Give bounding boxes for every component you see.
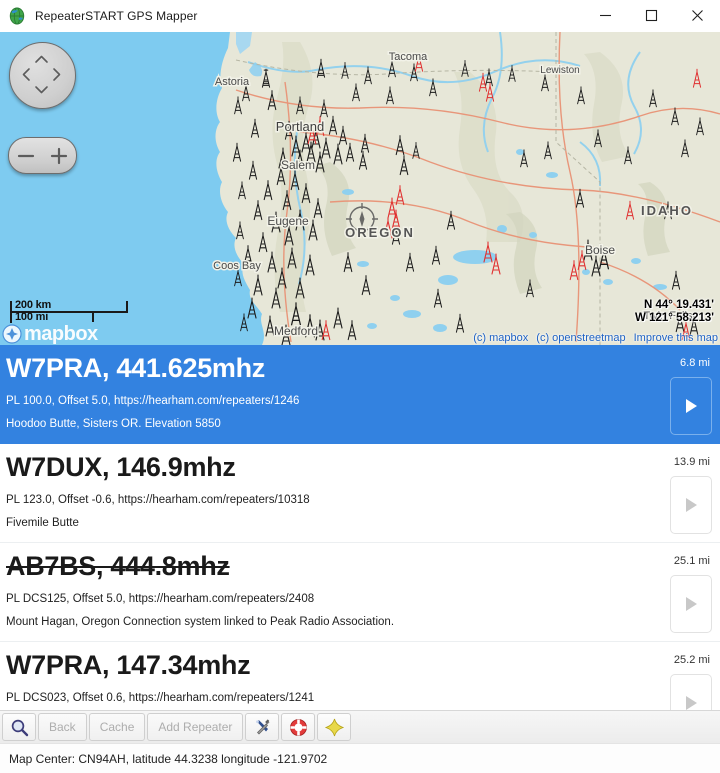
pan-dpad-icon[interactable] — [10, 43, 73, 106]
mapbox-logo[interactable]: mapbox — [2, 324, 98, 344]
play-icon — [685, 498, 697, 512]
map-latitude: N 44° 19.431' — [644, 299, 714, 311]
repeater-meta: PL DCS023, Offset 0.6, https://hearham.c… — [6, 692, 315, 704]
status-text: Map Center: CN94AH, latitude 44.3238 lon… — [9, 751, 328, 766]
repeater-list[interactable]: W7PRA, 441.625mhz PL 100.0, Offset 5.0, h… — [0, 345, 720, 710]
scale-mi-label: 100 mi — [15, 311, 49, 323]
bottom-toolbar: Back Cache Add Repeater — [0, 710, 720, 743]
tools-button[interactable] — [245, 713, 280, 741]
repeater-title: W7PRA, 147.34mhz — [6, 650, 251, 680]
map-label: Astoria — [215, 76, 250, 88]
magnifier-icon — [11, 719, 28, 736]
map-label: Salem — [281, 158, 315, 172]
map-label: Eugene — [267, 214, 309, 228]
lifering-icon — [290, 718, 307, 736]
globe-icon — [9, 6, 25, 25]
cache-button[interactable]: Cache — [88, 713, 146, 741]
repeater-row[interactable]: W7PRA, 441.625mhz PL 100.0, Offset 5.0, h… — [0, 345, 720, 444]
zoom-out-icon[interactable] — [16, 146, 36, 166]
repeater-play-button[interactable] — [670, 377, 712, 435]
map-scale-bar: 200 km 100 mi — [10, 300, 128, 324]
repeater-distance: 6.8 mi — [680, 357, 710, 369]
repeater-row[interactable]: W7PRA, 147.34mhz PL DCS023, Offset 0.6, h… — [0, 642, 720, 710]
close-button[interactable] — [674, 0, 720, 31]
search-button[interactable] — [2, 713, 36, 741]
help-button[interactable] — [281, 713, 316, 741]
map-attribution[interactable]: (c) mapbox (c) openstreetmap Improve thi… — [468, 332, 718, 344]
map-label: Tacoma — [389, 51, 428, 63]
sparkle-icon — [324, 718, 344, 736]
map-coordinates: N 44° 19.431' W 121° 58.213' — [635, 299, 714, 325]
mapbox-mark-icon — [2, 324, 22, 344]
favorite-button[interactable] — [317, 713, 352, 741]
app-window: RepeaterSTART GPS Mapper Astoria Astoria… — [0, 0, 720, 773]
repeater-play-button[interactable] — [670, 476, 712, 534]
map-label: OREGON — [345, 225, 415, 240]
zoom-in-icon[interactable] — [49, 146, 69, 166]
repeater-description: Mount Hagan, Oregon Connection system li… — [6, 616, 395, 628]
map-label: Portland — [276, 119, 324, 134]
play-icon — [685, 696, 697, 710]
map-label: Coos Bay — [213, 260, 261, 272]
repeater-meta: PL DCS125, Offset 5.0, https://hearham.c… — [6, 593, 315, 605]
repeater-play-button[interactable] — [670, 674, 712, 710]
repeater-description: Fivemile Butte — [6, 517, 79, 529]
map-view[interactable]: Astoria Astoria Tacoma Tacoma Lewiston Lewist… — [0, 32, 720, 345]
map-label: Medford — [274, 324, 318, 338]
maximize-button[interactable] — [628, 0, 674, 31]
repeater-title: W7PRA, 441.625mhz — [6, 353, 266, 383]
repeater-description: Hoodoo Butte, Sisters OR. Elevation 5850 — [6, 418, 221, 430]
back-button[interactable]: Back — [38, 713, 87, 741]
map-zoom-control[interactable] — [8, 137, 77, 174]
tools-icon — [256, 718, 270, 734]
add-repeater-button[interactable]: Add Repeater — [147, 713, 244, 741]
repeater-meta: PL 123.0, Offset -0.6, https://hearham.c… — [6, 494, 310, 506]
attribution-openstreetmap[interactable]: (c) openstreetmap — [536, 332, 625, 344]
repeater-title: W7DUX, 146.9mhz — [6, 452, 236, 482]
scale-km-label: 200 km — [15, 299, 52, 311]
window-title: RepeaterSTART GPS Mapper — [35, 8, 198, 23]
map-label: Lewiston — [540, 65, 579, 76]
attribution-improve-map[interactable]: Improve this map — [634, 332, 718, 344]
repeater-distance: 25.2 mi — [673, 654, 710, 666]
map-canvas[interactable]: AstoriaAstoriaTacomaTacomaLewistonLewist… — [0, 32, 720, 345]
status-bar: Map Center: CN94AH, latitude 44.3238 lon… — [0, 743, 720, 773]
play-icon — [685, 399, 697, 413]
map-pan-control[interactable] — [9, 42, 76, 109]
repeater-title: AB7BS, 444.8mhz — [6, 551, 230, 581]
attribution-mapbox[interactable]: (c) mapbox — [473, 332, 528, 344]
repeater-play-button[interactable] — [670, 575, 712, 633]
map-longitude: W 121° 58.213' — [635, 312, 714, 324]
map-label: Boise — [585, 243, 615, 257]
repeater-distance: 25.1 mi — [673, 555, 710, 567]
title-bar: RepeaterSTART GPS Mapper — [0, 0, 720, 32]
mapbox-wordmark: mapbox — [24, 323, 98, 345]
repeater-meta: PL 100.0, Offset 5.0, https://hearham.co… — [6, 395, 300, 407]
play-icon — [685, 597, 697, 611]
map-label: IDAHO — [641, 203, 693, 218]
repeater-row[interactable]: W7DUX, 146.9mhz PL 123.0, Offset -0.6, ht… — [0, 444, 720, 543]
repeater-distance: 13.9 mi — [673, 456, 710, 468]
window-controls — [582, 0, 720, 31]
minimize-button[interactable] — [582, 0, 628, 31]
repeater-row[interactable]: AB7BS, 444.8mhz PL DCS125, Offset 5.0, ht… — [0, 543, 720, 642]
